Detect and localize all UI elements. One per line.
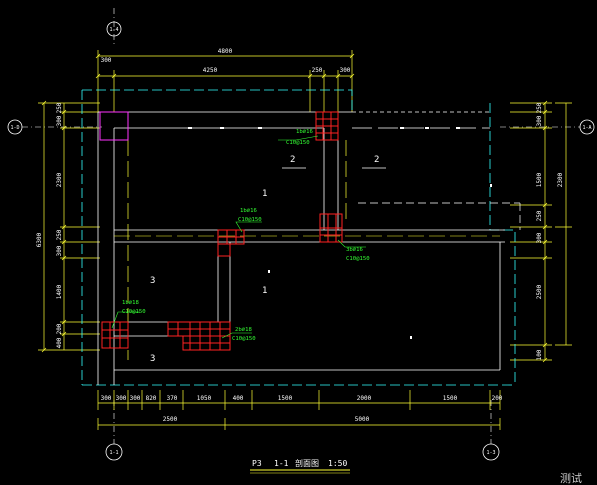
dim-bot-total-right: 5000 <box>355 416 370 423</box>
dim-top-r2: 300 <box>340 67 351 74</box>
annot-2-line1: 1b⌀16 <box>240 208 257 214</box>
bottom-dimensions <box>97 390 501 430</box>
dim-bot-4: 820 <box>146 395 157 402</box>
annot-3-line1: 3b⌀16 <box>346 247 363 253</box>
axis-label-top: 1-4 <box>109 27 118 33</box>
dim-left-h: 400 <box>56 337 63 348</box>
dim-left-b: 300 <box>56 115 63 126</box>
dim-right-e: 250 <box>536 210 543 221</box>
dim-left-c: 2300 <box>56 172 63 187</box>
zone-label-3: 1 <box>262 189 267 199</box>
dim-right-d: 2300 <box>557 172 564 187</box>
annot-5-line2: C10@150 <box>232 336 256 342</box>
dim-right-f: 300 <box>536 232 543 243</box>
top-dimensions <box>95 50 355 112</box>
axis-label-bottom-left: 1-1 <box>109 450 118 456</box>
dim-right-c: 1500 <box>536 172 543 187</box>
axis-label-right: 1-A <box>582 125 591 131</box>
annot-4-line2: C10@150 <box>122 309 146 315</box>
dim-right-g: 2500 <box>536 284 543 299</box>
title-scale: 1:50 <box>328 459 347 468</box>
dim-left-total: 6300 <box>36 232 43 247</box>
dim-top-left: 300 <box>101 57 112 64</box>
title-suffix: 剖面图 <box>295 458 319 468</box>
dim-bot-2: 300 <box>116 395 127 402</box>
annot-5-line1: 2b⌀18 <box>235 327 252 333</box>
dim-bot-8: 1500 <box>278 395 293 402</box>
dim-right-b: 300 <box>536 115 543 126</box>
dim-top-total: 4800 <box>218 48 233 55</box>
dim-top-r1: 250 <box>312 67 323 74</box>
zone-label-2: 2 <box>374 155 379 165</box>
drawing-title-block: P3 1-1 剖面图 1:50 <box>250 458 350 474</box>
dim-left-g: 200 <box>56 323 63 334</box>
dim-top-mid: 4250 <box>203 67 218 74</box>
title-prefix: P3 <box>252 459 262 468</box>
axis-label-left: 1-D <box>10 125 19 131</box>
zone-label-6: 3 <box>150 354 155 364</box>
dim-left-f: 1400 <box>56 284 63 299</box>
dim-bot-3: 300 <box>130 395 141 402</box>
title-number: 1-1 <box>274 459 289 468</box>
dim-bot-6: 1050 <box>197 395 212 402</box>
dim-bot-9: 2000 <box>357 395 372 402</box>
rebar-node-bottom-left <box>101 321 129 349</box>
zone-label-1: 2 <box>290 155 295 165</box>
dim-right-h: 100 <box>536 349 543 360</box>
zone-label-5: 3 <box>150 276 155 286</box>
cad-drawing-canvas: 1-4 1-D 1-A 1-1 1-3 4800 300 4250 250 30… <box>0 0 597 485</box>
zone-label-4: 1 <box>262 286 267 296</box>
left-dimensions <box>38 100 100 353</box>
dim-bot-5: 370 <box>167 395 178 402</box>
annot-3-line2: C10@150 <box>346 256 370 262</box>
dim-bot-7: 400 <box>233 395 244 402</box>
dim-right-a: 250 <box>536 102 543 113</box>
dim-bot-11: 200 <box>492 395 503 402</box>
watermark-text: 测试 <box>560 472 582 485</box>
dim-left-a: 250 <box>56 102 63 113</box>
annot-4-line1: 1b⌀18 <box>122 300 139 306</box>
annot-1-line1: 1b⌀16 <box>296 129 313 135</box>
dim-left-d: 250 <box>56 229 63 240</box>
dim-bot-10: 1500 <box>443 395 458 402</box>
right-dimensions <box>510 100 572 363</box>
dim-bot-total-left: 2500 <box>163 416 178 423</box>
dim-bot-1: 300 <box>101 395 112 402</box>
dim-left-e: 300 <box>56 245 63 256</box>
annot-1-line2: C10@150 <box>286 140 310 146</box>
annot-2-line2: C10@150 <box>238 217 262 223</box>
slab-ticks <box>188 127 492 339</box>
axis-label-bottom-right: 1-3 <box>486 450 495 456</box>
